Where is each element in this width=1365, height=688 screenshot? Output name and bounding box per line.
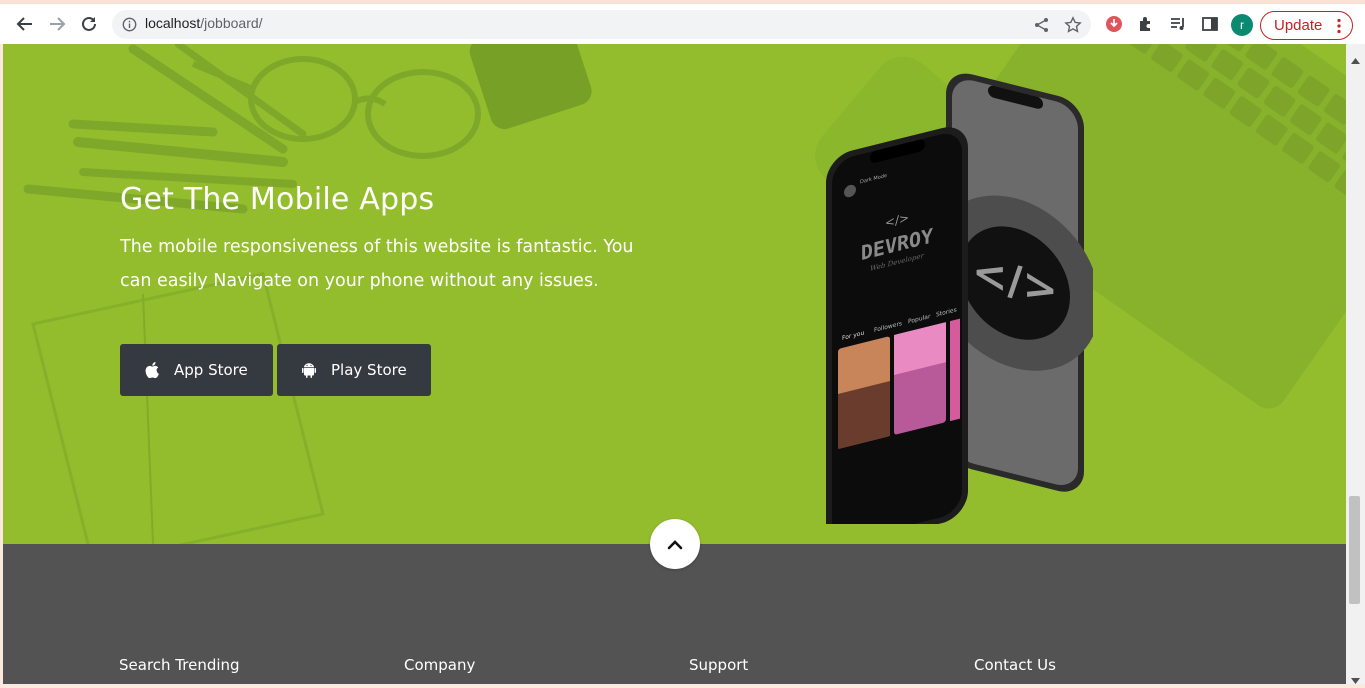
update-label: Update [1274,17,1322,34]
play-store-button[interactable]: Play Store [277,344,431,396]
site-info-icon[interactable] [122,17,137,36]
footer-heading-contact-us: Contact Us [974,656,1056,674]
update-button[interactable]: Update [1260,11,1353,40]
back-arrow-icon[interactable] [12,11,38,37]
extensions-puzzle-icon[interactable] [1136,14,1156,34]
apple-icon [144,361,160,379]
android-icon [301,361,317,379]
phones-mockup-image: </> Dark Mode </> DEVROY Web Developer F… [818,64,1093,524]
share-icon[interactable] [1033,16,1051,34]
mobile-apps-section: Get The Mobile Apps The mobile responsiv… [3,44,1346,544]
url-path: /jobboard/ [200,15,262,31]
page-scrollbar[interactable] [1346,44,1365,684]
bookmark-star-icon[interactable] [1064,16,1082,34]
url-host: localhost [145,15,200,31]
footer-heading-support: Support [689,656,748,674]
app-store-button[interactable]: App Store [120,344,273,396]
hero-description: The mobile responsiveness of this websit… [120,230,660,298]
reload-icon[interactable] [76,11,102,37]
hero-title: Get The Mobile Apps [120,182,434,217]
more-vertical-icon [1337,18,1341,38]
app-store-label: App Store [174,361,248,379]
footer-heading-search-trending: Search Trending [119,656,240,674]
scroll-down-arrow-icon[interactable] [1351,669,1360,688]
scroll-up-arrow-icon[interactable] [1351,49,1360,68]
chevron-up-icon [667,535,683,554]
profile-avatar[interactable]: r [1231,14,1253,36]
scrollbar-thumb[interactable] [1349,496,1360,604]
forward-arrow-icon[interactable] [44,11,70,37]
media-queue-icon[interactable] [1168,14,1188,34]
footer-heading-company: Company [404,656,475,674]
side-panel-icon[interactable] [1200,14,1220,34]
extension-download-icon[interactable] [1104,14,1124,34]
address-bar[interactable]: localhost/jobboard/ [112,10,1091,39]
browser-toolbar: localhost/jobboard/ r Update [0,0,1365,44]
url-text: localhost/jobboard/ [145,15,263,31]
play-store-label: Play Store [331,361,407,379]
page-viewport: Get The Mobile Apps The mobile responsiv… [3,44,1346,684]
scroll-to-top-button[interactable] [650,519,700,569]
